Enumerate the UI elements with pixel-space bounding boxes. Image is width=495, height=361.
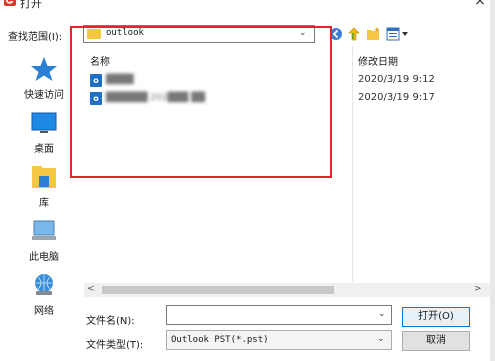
- new-folder-button[interactable]: [366, 27, 380, 41]
- up-folder-button[interactable]: [347, 27, 361, 41]
- file-date: 2020/3/19 9:12: [358, 74, 435, 85]
- close-button[interactable]: ×: [470, 0, 490, 9]
- chevron-down-icon: ⌄: [377, 334, 385, 344]
- filename-label: 文件名(N):: [86, 316, 135, 327]
- place-this-pc[interactable]: 此电脑: [8, 214, 80, 266]
- highlight-box: [70, 26, 332, 178]
- library-icon: [32, 166, 56, 188]
- chevron-down-icon[interactable]: ⌄: [378, 309, 386, 319]
- new-folder-icon: [367, 27, 380, 40]
- title-bar: 打开 ×: [0, 0, 495, 18]
- filetype-select[interactable]: Outlook PST(*.pst) ⌄: [166, 330, 392, 350]
- place-network[interactable]: 网络: [8, 268, 80, 320]
- horizontal-scrollbar[interactable]: < >: [84, 283, 495, 297]
- place-label: 此电脑: [29, 252, 59, 263]
- star-icon: [31, 57, 57, 81]
- view-icon: [386, 27, 408, 41]
- lookin-label: 查找范围(I):: [8, 32, 63, 43]
- cancel-button[interactable]: 取消: [402, 331, 470, 351]
- view-menu-button[interactable]: [386, 27, 410, 41]
- scrollbar-thumb[interactable]: [102, 286, 334, 294]
- column-header-date[interactable]: 修改日期: [358, 53, 398, 68]
- computer-icon: [32, 220, 56, 240]
- filetype-label: 文件类型(T):: [86, 340, 144, 351]
- window-edge: [490, 0, 495, 361]
- filetype-value: Outlook PST(*.pst): [171, 335, 269, 345]
- window-title: 打开: [20, 0, 42, 10]
- app-icon: [4, 0, 16, 6]
- desktop-icon: [31, 112, 57, 133]
- up-arrow-icon: [348, 27, 360, 41]
- scroll-left-icon[interactable]: <: [87, 284, 95, 294]
- place-label: 库: [39, 198, 49, 209]
- place-label: 网络: [34, 306, 54, 317]
- file-date: 2020/3/19 9:17: [358, 92, 435, 103]
- open-button[interactable]: 打开(O): [402, 307, 470, 327]
- network-icon: [35, 274, 53, 295]
- filename-input[interactable]: [166, 305, 392, 325]
- scroll-right-icon[interactable]: >: [474, 284, 482, 294]
